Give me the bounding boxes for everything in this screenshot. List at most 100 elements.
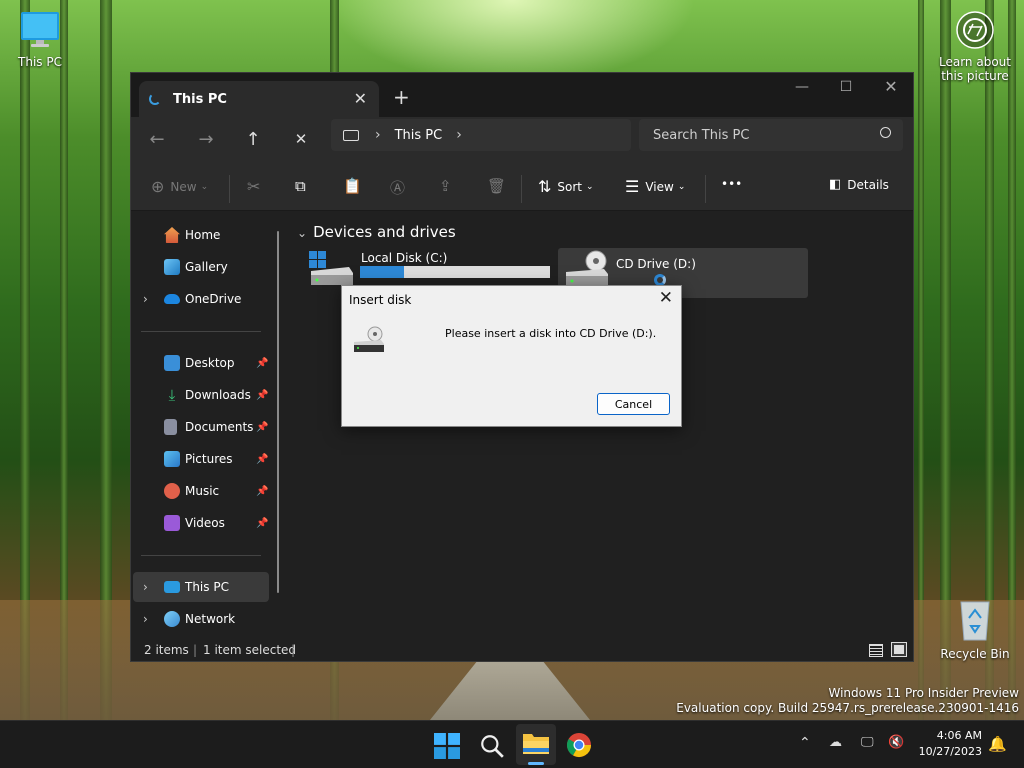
drive-usage-fill — [360, 266, 404, 278]
add-icon: ⊕ — [151, 177, 165, 196]
close-window-icon[interactable]: ✕ — [876, 77, 906, 96]
delete-icon[interactable]: 🗑 — [487, 177, 506, 195]
sidebar-item-network[interactable]: › Network — [131, 604, 271, 634]
details-button[interactable]: ◧ Details — [829, 177, 889, 192]
title-bar[interactable]: This PC ✕ + — ☐ ✕ — [131, 73, 913, 117]
chevron-down-icon: ⌄ — [200, 181, 209, 192]
sidebar-divider — [141, 555, 261, 556]
stop-loading-icon[interactable]: ✕ — [289, 130, 313, 148]
view-icon: ☰ — [625, 177, 640, 196]
close-dialog-icon[interactable]: ✕ — [659, 288, 673, 308]
address-bar[interactable]: › This PC › — [331, 119, 631, 151]
chevron-down-icon[interactable]: ⌄ — [297, 226, 307, 240]
large-icons-view-icon[interactable] — [891, 642, 907, 657]
sidebar-item-documents[interactable]: Documents 📌 — [131, 412, 271, 442]
breadcrumb-this-pc[interactable]: This PC — [395, 128, 443, 143]
details-view-icon[interactable] — [869, 644, 883, 657]
rename-icon[interactable]: Ⓐ — [390, 177, 405, 198]
desktop-icon-recycle-bin[interactable]: Recycle Bin — [935, 596, 1015, 661]
section-header[interactable]: ⌄ Devices and drives — [297, 223, 456, 241]
sort-label: Sort — [557, 179, 583, 194]
chevron-right-icon[interactable]: › — [375, 127, 381, 143]
sort-button[interactable]: ⇅ Sort ⌄ — [538, 177, 594, 196]
see-more-button[interactable]: ••• — [721, 177, 742, 191]
show-hidden-icons-chevron-up-icon[interactable]: ⌃ — [799, 735, 811, 751]
sidebar-item-label: This PC — [185, 580, 229, 594]
chevron-down-icon: ⌄ — [586, 181, 594, 192]
notification-bell-icon[interactable]: 🔔 — [988, 735, 1007, 753]
tab-this-pc[interactable]: This PC ✕ — [139, 81, 379, 117]
network-icon[interactable]: 🖵 — [861, 735, 874, 750]
details-pane-icon: ◧ — [829, 177, 842, 192]
cut-icon[interactable]: ✂ — [247, 177, 260, 196]
sidebar-item-music[interactable]: Music 📌 — [131, 476, 271, 506]
pin-icon[interactable]: 📌 — [256, 454, 268, 465]
sidebar-scrollbar[interactable] — [277, 231, 279, 593]
chevron-right-icon[interactable]: › — [456, 127, 462, 143]
pin-icon[interactable]: 📌 — [256, 390, 268, 401]
sidebar-item-onedrive[interactable]: › OneDrive — [131, 284, 271, 314]
view-button[interactable]: ☰ View ⌄ — [625, 177, 685, 196]
minimize-icon[interactable]: — — [787, 79, 817, 95]
start-windows-icon[interactable] — [434, 733, 460, 759]
copy-icon[interactable]: ⧉ — [295, 177, 306, 195]
music-icon — [164, 483, 180, 499]
desktop-icon-label: Recycle Bin — [940, 647, 1010, 661]
details-label: Details — [847, 177, 889, 192]
cancel-button[interactable]: Cancel — [597, 393, 670, 415]
pin-icon[interactable]: 📌 — [256, 422, 268, 433]
evaluation-watermark: Windows 11 Pro Insider Preview Evaluatio… — [676, 686, 1019, 716]
section-title: Devices and drives — [313, 223, 456, 241]
desktop-icon-label: this picture — [941, 69, 1009, 83]
sidebar-item-downloads[interactable]: ⤓ Downloads 📌 — [131, 380, 271, 410]
search-icon — [880, 127, 891, 138]
close-tab-icon[interactable]: ✕ — [354, 89, 367, 108]
item-count: 2 items — [144, 643, 189, 657]
sidebar-item-videos[interactable]: Videos 📌 — [131, 508, 271, 538]
sidebar-item-pictures[interactable]: Pictures 📌 — [131, 444, 271, 474]
status-bar: 2 items | 1 item selected | — [131, 641, 913, 661]
search-box[interactable]: Search This PC — [639, 119, 903, 151]
cd-drive-icon — [354, 326, 384, 352]
desktop-icon-this-pc[interactable]: This PC — [0, 10, 80, 69]
monitor-icon — [21, 12, 59, 47]
forward-icon[interactable]: → — [194, 129, 218, 150]
maximize-icon[interactable]: ☐ — [831, 79, 861, 95]
paste-icon[interactable]: 📋 — [343, 177, 362, 195]
chevron-right-icon[interactable]: › — [143, 612, 148, 626]
taskbar: ⌃ ☁ 🖵 🔇 4:06 AM 10/27/2023 🔔 — [0, 720, 1024, 768]
search-placeholder: Search This PC — [653, 127, 750, 143]
sidebar-item-desktop[interactable]: Desktop 📌 — [131, 348, 271, 378]
desktop-icon-learn-picture[interactable]: Learn about this picture — [935, 10, 1015, 83]
command-bar: ⊕ New ⌄ ✂ ⧉ 📋 Ⓐ ⇪ 🗑 ⇅ Sort ⌄ ☰ View ⌄ ••… — [131, 165, 913, 211]
desktop-icon-label: Learn about — [939, 55, 1011, 69]
sidebar-item-label: OneDrive — [185, 292, 242, 306]
pin-icon[interactable]: 📌 — [256, 518, 268, 529]
insert-disk-dialog: Insert disk ✕ Please insert a disk into … — [341, 285, 682, 427]
sidebar-item-label: Desktop — [185, 356, 235, 370]
new-button[interactable]: ⊕ New ⌄ — [151, 177, 208, 196]
folder-icon — [523, 734, 549, 754]
clock[interactable]: 4:06 AM 10/27/2023 — [919, 728, 982, 760]
divider — [705, 175, 706, 203]
up-icon[interactable]: ↑ — [241, 129, 265, 150]
pin-icon[interactable]: 📌 — [256, 486, 268, 497]
sidebar-item-home[interactable]: Home — [131, 220, 271, 250]
navigation-pane: Home Gallery › OneDrive Desktop 📌 ⤓ Down… — [131, 212, 281, 642]
onedrive-offline-icon[interactable]: ☁ — [829, 735, 842, 750]
back-icon[interactable]: ← — [145, 129, 169, 150]
speaker-muted-icon[interactable]: 🔇 — [888, 735, 904, 750]
tab-title: This PC — [173, 91, 227, 107]
new-tab-icon[interactable]: + — [393, 85, 410, 109]
chrome-icon[interactable] — [566, 732, 592, 758]
chevron-right-icon[interactable]: › — [143, 292, 148, 306]
sidebar-item-gallery[interactable]: Gallery — [131, 252, 271, 282]
sidebar-item-this-pc[interactable]: › This PC — [133, 572, 269, 602]
computer-icon — [164, 581, 180, 593]
taskbar-file-explorer[interactable] — [516, 724, 556, 765]
chevron-right-icon[interactable]: › — [143, 580, 148, 594]
pin-icon[interactable]: 📌 — [256, 358, 268, 369]
loading-spinner-icon — [149, 93, 161, 105]
search-icon[interactable] — [479, 733, 505, 759]
share-icon[interactable]: ⇪ — [439, 177, 452, 195]
